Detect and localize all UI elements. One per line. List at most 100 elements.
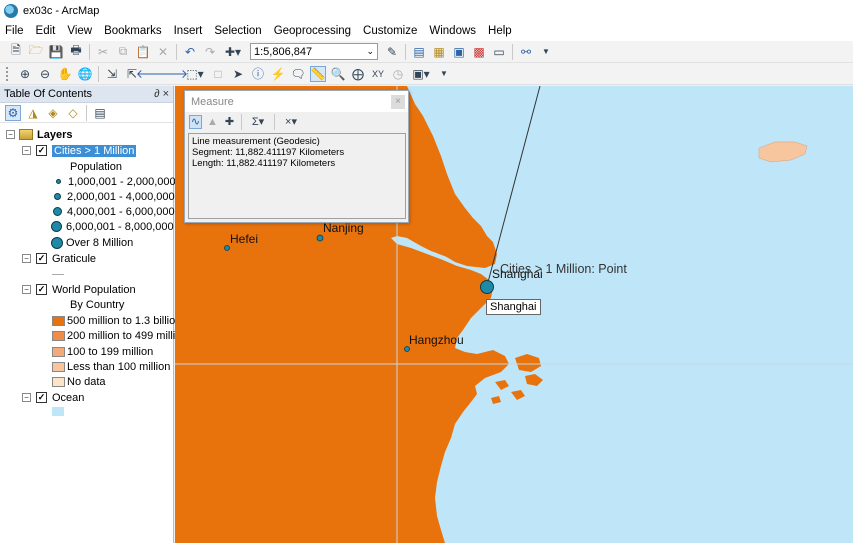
time-slider-icon[interactable]: ◷ [390,66,406,82]
menu-file[interactable]: File [5,23,24,39]
collapse-icon[interactable]: − [22,146,31,155]
toolbar-grip[interactable] [6,66,12,81]
toc-options-icon[interactable]: ▤ [92,105,108,121]
list-by-selection-icon[interactable]: ◇ [65,105,81,121]
toolbar-separator [241,113,242,130]
measure-line-icon[interactable]: ∿ [189,114,202,129]
zoom-out-icon[interactable]: ⊖ [37,66,53,82]
layer-ocean[interactable]: − ✓ Ocean [22,390,84,405]
cut-icon[interactable]: ✂ [95,44,111,60]
layer-visibility-checkbox[interactable]: ✓ [36,253,47,264]
find-route-icon[interactable]: ⨁ [350,66,366,82]
point-symbol [54,193,61,200]
select-features-icon[interactable]: ⬚▾ [184,66,206,82]
arctoolbox-icon[interactable]: ▩ [471,44,487,60]
layer-ocean-label: Ocean [52,391,85,404]
layer-world-population[interactable]: − ✓ World Population [22,282,136,297]
measure-type-line: Line measurement (Geodesic) [192,136,320,147]
find-icon[interactable]: 🔍 [330,66,346,82]
collapse-icon[interactable]: − [22,254,31,263]
legend-class-label: 6,000,001 - 8,000,000 [66,220,174,233]
clear-and-reset-icon[interactable]: ×▾ [280,115,302,129]
clear-selection-icon[interactable]: □ [210,66,226,82]
measure-feature-icon[interactable]: ✚ [223,115,236,129]
measure-length-line: Length: 11,882.411197 Kilometers [192,158,336,169]
add-data-icon[interactable]: ✚▾ [222,44,244,60]
redo-icon[interactable]: ↷ [202,44,218,60]
new-document-icon[interactable]: 🗎 [8,43,24,60]
map-scale-value: 1:5,806,847 [254,45,313,58]
print-icon[interactable]: 🖶 [68,43,84,60]
menu-bookmarks[interactable]: Bookmarks [104,23,162,39]
editor-toolbar-icon[interactable]: ✎ [384,44,400,60]
hyperlink-icon[interactable]: ⚡ [270,66,286,82]
menu-help[interactable]: Help [488,23,512,39]
layer-cities-label[interactable]: Cities > 1 Million [52,144,137,157]
python-window-icon[interactable]: ▭ [491,44,507,60]
menu-customize[interactable]: Customize [363,23,417,39]
layer-cities[interactable]: − ✓ Cities > 1 Million [22,143,137,158]
measure-icon[interactable]: 📏 [310,65,326,82]
close-icon[interactable]: × [391,94,405,109]
identify-icon[interactable]: ⓘ [250,66,266,82]
city-point-shanghai[interactable] [480,280,494,294]
table-of-contents-icon[interactable]: ▤ [411,44,427,60]
delete-icon[interactable]: ✕ [155,44,171,60]
open-icon[interactable]: 🗁 [28,43,44,60]
undo-icon[interactable]: ↶ [182,44,198,60]
toolbar-separator [274,113,275,130]
layer-graticule[interactable]: − ✓ Graticule [22,251,96,266]
tools-toolbar: ⊕ ⊖ ✋ 🌐 ⇲ ⇱ 🡐 🡒 ⬚▾ □ ➤ ⓘ ⚡ 🗨 📏 🔍 ⨁ XY ◷ … [0,63,853,85]
measure-title: Measure [191,95,234,108]
collapse-icon[interactable]: − [22,393,31,402]
collapse-icon[interactable]: − [22,285,31,294]
map-scale-dropdown[interactable]: 1:5,806,847 ⌄ [250,43,378,60]
forward-extent-icon[interactable]: 🡒 [156,66,188,82]
menu-selection[interactable]: Selection [214,23,261,39]
show-total-icon[interactable]: Σ▾ [247,115,269,129]
legend-class-label: 4,000,001 - 6,000,000 [67,205,175,218]
legend-class: Less than 100 million [52,359,170,374]
search-window-icon[interactable]: ▣ [451,44,467,60]
arcmap-globe-icon [4,3,18,18]
table-of-contents-panel: Table Of Contents ∂ × ⚙ ◮ ◈ ◇ ▤ − Layers… [0,86,176,543]
copy-icon[interactable]: ⧉ [115,44,131,60]
save-icon[interactable]: 💾 [48,44,64,60]
measure-area-icon[interactable]: ▲ [206,115,219,129]
city-point-hefei[interactable] [224,245,230,251]
layer-visibility-checkbox[interactable]: ✓ [36,145,47,156]
zoom-in-icon[interactable]: ⊕ [17,66,33,82]
list-by-visibility-icon[interactable]: ◈ [45,105,61,121]
catalog-window-icon[interactable]: ▦ [431,44,447,60]
html-popup-icon[interactable]: 🗨 [290,66,306,82]
measure-segment-line: Segment: 11,882.411197 Kilometers [192,147,345,158]
pan-icon[interactable]: ✋ [57,66,73,82]
paste-icon[interactable]: 📋 [135,44,151,60]
menu-insert[interactable]: Insert [174,23,203,39]
legend-class: 200 million to 499 milli [52,328,175,343]
legend-class-label: Over 8 Million [66,237,134,249]
list-by-source-icon[interactable]: ◮ [25,105,41,121]
layer-visibility-checkbox[interactable]: ✓ [36,284,47,295]
full-extent-icon[interactable]: 🌐 [77,66,93,82]
toolbar-options-icon[interactable]: ▼ [538,44,554,60]
city-point-hangzhou[interactable] [404,346,410,352]
city-point-nanjing[interactable] [316,234,324,242]
menu-view[interactable]: View [67,23,92,39]
toc-pin-close[interactable]: ∂ × [154,88,169,100]
toolbar-options-icon[interactable]: ▼ [436,66,452,82]
menu-geoprocessing[interactable]: Geoprocessing [274,23,351,39]
measure-title-bar[interactable]: Measure × [185,91,408,112]
create-viewer-window-icon[interactable]: ▣▾ [410,66,432,82]
select-elements-icon[interactable]: ➤ [230,66,246,82]
list-by-drawing-order-icon[interactable]: ⚙ [5,104,21,121]
menu-windows[interactable]: Windows [429,23,476,39]
collapse-icon[interactable]: − [6,130,15,139]
go-to-xy-icon[interactable]: XY [370,66,386,82]
layer-visibility-checkbox[interactable]: ✓ [36,392,47,403]
legend-class-label: 2,000,001 - 4,000,000 [67,190,175,203]
model-builder-icon[interactable]: ⚯ [518,44,534,60]
fixed-zoom-in-icon[interactable]: ⇲ [104,66,120,82]
menu-edit[interactable]: Edit [36,23,56,39]
layers-root[interactable]: − Layers [6,127,72,142]
